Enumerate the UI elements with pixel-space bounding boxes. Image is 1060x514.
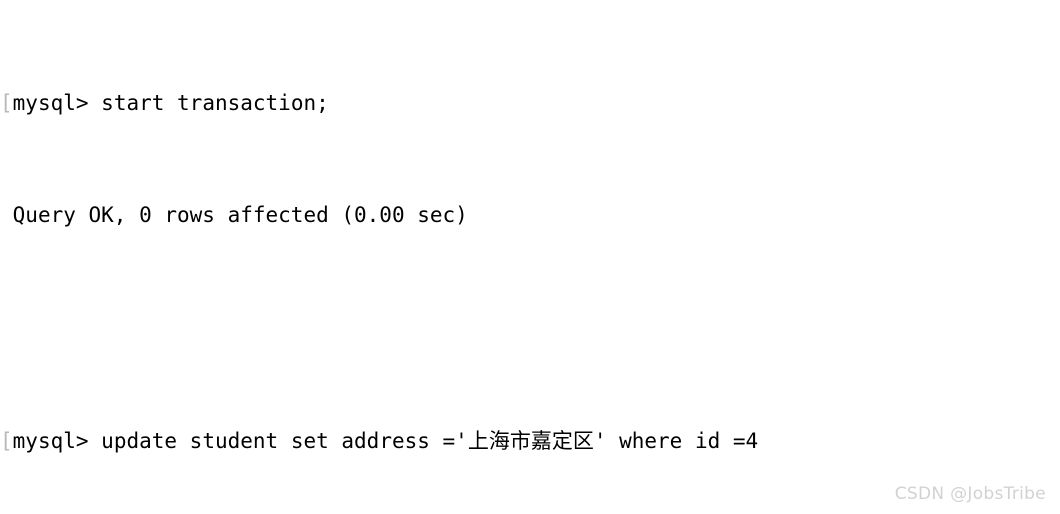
- terminal-screen: [mysql> start transaction; Query OK, 0 r…: [0, 0, 1060, 514]
- terminal-line-query-ok-0-rows: Query OK, 0 rows affected (0.00 sec): [0, 201, 948, 229]
- left-edge-artifact: [: [0, 429, 13, 453]
- terminal-line-start-transaction: [mysql> start transaction;: [0, 89, 948, 117]
- left-edge-artifact: [: [0, 90, 13, 115]
- prompt-label: mysql>: [12, 90, 102, 115]
- terminal-blank-line-1: [0, 314, 948, 342]
- command-text: start transaction;: [101, 90, 329, 115]
- status-message: Query OK, 0 rows affected (0.00 sec): [12, 203, 468, 228]
- watermark: CSDN @JobsTribe: [894, 484, 1046, 504]
- terminal-line-update-statement: [mysql> update student set address ='上海市…: [0, 427, 948, 455]
- command-text: update student set address ='上海市嘉定区' whe…: [101, 429, 759, 453]
- terminal-output[interactable]: [mysql> start transaction; Query OK, 0 r…: [0, 0, 948, 514]
- prompt-label: mysql>: [12, 429, 102, 453]
